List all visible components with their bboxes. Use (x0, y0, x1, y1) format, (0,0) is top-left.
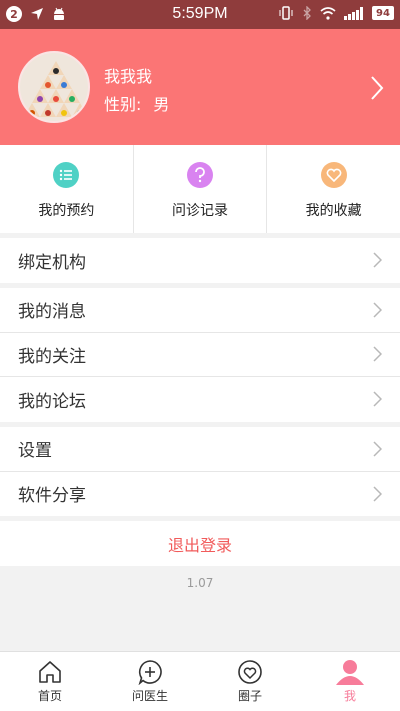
status-bar: 2 5:59PM 94 (0, 0, 400, 29)
bluetooth-icon (303, 6, 311, 20)
wifi-icon (320, 6, 336, 20)
consult-records-button[interactable]: 问诊记录 (134, 145, 268, 233)
battery-indicator: 94 (372, 6, 394, 20)
bind-institution-label: 绑定机构 (18, 252, 86, 273)
avatar[interactable] (18, 51, 90, 123)
my-messages-row[interactable]: 我的消息 (0, 288, 400, 333)
bind-institution-row[interactable]: 绑定机构 (0, 238, 400, 283)
tab-me[interactable]: 我 (300, 652, 400, 711)
home-icon (39, 661, 61, 683)
my-forum-label: 我的论坛 (18, 391, 86, 412)
quick-actions: 我的预约 问诊记录 我的收藏 (0, 145, 400, 233)
chevron-right-icon[interactable] (370, 75, 384, 101)
menu-group-social: 我的消息 我的关注 我的论坛 (0, 288, 400, 422)
gender-line: 性别: 男 (104, 91, 169, 115)
tab-me-label: 我 (343, 689, 356, 703)
signal-icon (344, 6, 363, 20)
bottom-tab-bar: 首页 问医生 圈子 我 (0, 651, 400, 711)
my-favorites-button[interactable]: 我的收藏 (267, 145, 400, 233)
chevron-right-icon (373, 391, 382, 407)
consult-records-label: 问诊记录 (172, 203, 228, 219)
user-name: 我我我 (104, 67, 153, 86)
share-app-row[interactable]: 软件分享 (0, 472, 400, 517)
vibrate-icon (279, 6, 293, 20)
my-appointments-label: 我的预约 (38, 203, 95, 219)
circle-heart-icon (238, 660, 262, 684)
settings-row[interactable]: 设置 (0, 427, 400, 472)
chevron-right-icon (373, 346, 382, 362)
profile-header[interactable]: 我我我 性别: 男 (0, 29, 400, 145)
tab-circle-label: 圈子 (237, 689, 262, 703)
my-favorites-label: 我的收藏 (305, 203, 362, 219)
gender-label: 性别: (104, 95, 142, 114)
settings-label: 设置 (18, 441, 52, 462)
tab-circle[interactable]: 圈子 (200, 652, 300, 711)
my-appointments-button[interactable]: 我的预约 (0, 145, 134, 233)
chevron-right-icon (373, 486, 382, 502)
tab-ask-doctor-label: 问医生 (131, 689, 168, 703)
gender-value: 男 (153, 95, 170, 114)
tab-home[interactable]: 首页 (0, 652, 100, 711)
share-app-label: 软件分享 (18, 486, 86, 507)
question-icon (187, 162, 213, 188)
list-icon (53, 162, 80, 188)
menu-group-binding: 绑定机构 (0, 238, 400, 283)
chevron-right-icon (373, 302, 382, 318)
menu-group-settings: 设置 软件分享 (0, 427, 400, 516)
heart-icon (320, 162, 347, 188)
my-follows-label: 我的关注 (18, 346, 86, 367)
my-follows-row[interactable]: 我的关注 (0, 333, 400, 377)
logout-button[interactable]: 退出登录 (0, 521, 400, 566)
user-icon (336, 660, 364, 685)
tab-home-label: 首页 (37, 689, 62, 703)
my-messages-label: 我的消息 (18, 302, 86, 323)
ask-doctor-icon (138, 660, 162, 685)
chevron-right-icon (373, 252, 382, 268)
chevron-right-icon (373, 441, 382, 457)
colored-pencils-image (20, 53, 88, 121)
version-text: 1.07 (186, 576, 214, 590)
my-forum-row[interactable]: 我的论坛 (0, 377, 400, 422)
tab-ask-doctor[interactable]: 问医生 (100, 652, 200, 711)
